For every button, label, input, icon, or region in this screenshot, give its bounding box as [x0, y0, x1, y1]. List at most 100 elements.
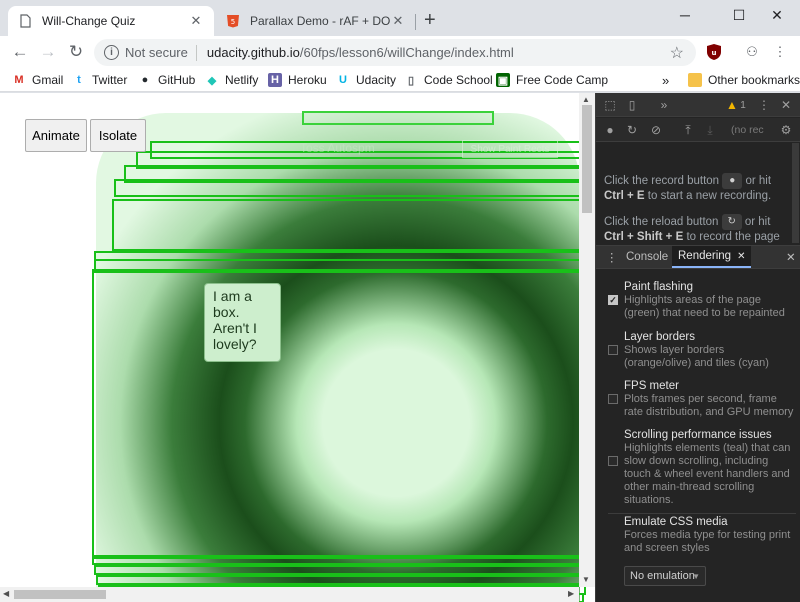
back-button[interactable]: ← — [8, 40, 32, 64]
recording-select[interactable]: (no rec — [731, 124, 764, 136]
vertical-scrollbar[interactable]: ▲ ▼ — [579, 93, 595, 587]
close-tab-icon[interactable]: ✕ — [188, 13, 204, 29]
scrolling-performance-checkbox[interactable] — [608, 456, 618, 466]
paint-flash-rect — [92, 269, 592, 559]
paint-flash-rect — [302, 111, 494, 125]
close-tab-icon[interactable]: ✕ — [390, 13, 406, 29]
reload-instructions: Click the reload button ↻ or hit Ctrl + … — [604, 214, 794, 245]
upload-icon[interactable]: ⤒ — [680, 122, 696, 138]
devtools-menu-icon[interactable]: ⋮ — [756, 97, 772, 113]
option-description: Plots frames per second, frame rate dist… — [624, 393, 794, 418]
download-icon[interactable]: ⤓ — [702, 122, 718, 138]
scroll-up-arrow-icon[interactable]: ▲ — [582, 95, 590, 104]
instruction-text: or hit — [744, 216, 771, 229]
new-tab-button[interactable]: + — [424, 10, 436, 30]
instruction-text: Click the record button — [604, 175, 720, 188]
close-devtools-icon[interactable]: ✕ — [778, 97, 794, 113]
minimize-button[interactable]: ─ — [662, 0, 708, 30]
scroll-down-arrow-icon[interactable]: ▼ — [582, 575, 590, 584]
tab-console[interactable]: Console — [620, 246, 674, 268]
option-description: Highlights areas of the page (green) tha… — [624, 294, 785, 319]
record-icon[interactable]: ● — [722, 173, 743, 189]
layer-borders-checkbox[interactable] — [608, 345, 618, 355]
paint-flash-rect — [114, 179, 582, 197]
bookmark-github[interactable]: ● GitHub — [138, 71, 196, 89]
bookmark-label: Heroku — [288, 73, 327, 87]
tab-will-change-quiz[interactable]: Will-Change Quiz ✕ — [8, 6, 214, 36]
close-drawer-icon[interactable]: ✕ — [780, 246, 800, 268]
address-bar[interactable]: i Not secure udacity.github.io/60fps/les… — [94, 39, 696, 66]
tab-divider — [415, 14, 416, 30]
close-window-button[interactable]: ✕ — [754, 0, 800, 30]
paint-flash-rect — [112, 199, 582, 251]
bookmark-label: Udacity — [356, 73, 397, 87]
isolate-button[interactable]: Isolate — [90, 119, 146, 152]
scrollbar-thumb[interactable] — [582, 105, 592, 213]
option-scrolling-performance: Scrolling performance issues Highlights … — [608, 429, 794, 507]
bookmark-code-school[interactable]: ▯ Code School — [404, 71, 493, 89]
faded-toggle-button[interactable]: Show Paint Rects — [462, 140, 558, 158]
record-icon[interactable]: ● — [602, 122, 618, 138]
horizontal-scrollbar[interactable]: ◀ ▶ — [0, 587, 579, 602]
bookmark-udacity[interactable]: U Udacity — [336, 71, 396, 89]
option-title: Emulate CSS media — [624, 516, 728, 528]
tab-label: Rendering — [678, 250, 732, 262]
url-host: udacity.github.io — [206, 45, 300, 60]
warning-count: 1 — [740, 99, 746, 111]
bookmark-label: Gmail — [32, 73, 64, 87]
bookmarks-overflow-chevron[interactable]: » — [662, 71, 669, 89]
freecodecamp-icon: ▣ — [496, 73, 510, 87]
bookmark-other-bookmarks[interactable]: Other bookmarks — [688, 71, 800, 89]
shortcut-text: Ctrl + Shift + E — [604, 231, 684, 244]
paint-flash-rect — [94, 565, 590, 575]
device-toolbar-icon[interactable]: ▯ — [624, 97, 640, 113]
settings-gear-icon[interactable]: ⚙ — [778, 122, 794, 138]
tab-parallax-demo[interactable]: 5 Parallax Demo - rAF + DOM + Wi ✕ — [216, 6, 416, 36]
close-tab-icon[interactable]: ✕ — [737, 251, 745, 262]
fps-meter-checkbox[interactable] — [608, 394, 618, 404]
menu-icon[interactable]: ⋮ — [772, 44, 788, 60]
instruction-text: or hit — [745, 175, 772, 188]
animate-button[interactable]: Animate — [25, 119, 87, 152]
bookmark-label: Free Code Camp — [516, 73, 609, 87]
forward-button[interactable]: → — [36, 40, 60, 64]
tab-rendering[interactable]: Rendering ✕ — [672, 246, 752, 268]
ublock-icon[interactable]: u — [706, 44, 722, 60]
clear-icon[interactable]: ⊘ — [648, 122, 664, 138]
option-title: Layer borders — [624, 331, 695, 343]
option-title: FPS meter — [624, 380, 679, 392]
paint-flashing-checkbox[interactable]: ✓ — [608, 295, 618, 305]
bookmark-label: Other bookmarks — [708, 73, 800, 87]
bookmark-label: Twitter — [92, 73, 128, 87]
more-panels-icon[interactable]: » — [656, 97, 672, 113]
record-instructions: Click the record button ● or hit Ctrl + … — [604, 173, 794, 204]
svg-text:5: 5 — [231, 18, 235, 26]
option-title: Paint flashing — [624, 281, 694, 293]
scrollbar-thumb[interactable] — [14, 590, 106, 599]
select-value: No emulation — [630, 570, 695, 582]
bookmark-twitter[interactable]: t Twitter — [72, 71, 127, 89]
bookmark-heroku[interactable]: H Heroku — [268, 71, 327, 89]
scroll-right-arrow-icon[interactable]: ▶ — [568, 589, 574, 598]
extension-icon[interactable]: ⚇ — [744, 44, 760, 60]
emulate-media-select[interactable]: No emulation ▼ — [624, 566, 706, 586]
bookmark-star-icon[interactable]: ☆ — [670, 43, 684, 63]
security-label: Not secure — [125, 45, 188, 60]
page-icon: ▯ — [407, 74, 415, 87]
reload-button[interactable]: ↻ — [64, 40, 88, 64]
option-paint-flashing: ✓ Paint flashing Highlights areas of the… — [608, 281, 794, 320]
scroll-left-arrow-icon[interactable]: ◀ — [3, 589, 9, 598]
udacity-icon: U — [339, 74, 347, 86]
reload-icon[interactable]: ↻ — [721, 214, 742, 230]
heroku-icon: H — [268, 73, 282, 87]
reload-record-icon[interactable]: ↻ — [624, 122, 640, 138]
bookmark-free-code-camp[interactable]: ▣ Free Code Camp — [496, 71, 608, 89]
paint-flash-rect — [96, 575, 588, 585]
twitter-icon: t — [77, 74, 81, 86]
info-icon[interactable]: i — [104, 45, 119, 60]
bookmark-gmail[interactable]: M Gmail — [12, 71, 63, 89]
inspect-element-icon[interactable]: ⬚ — [602, 97, 618, 113]
bookmark-label: Code School — [424, 73, 493, 87]
folder-icon — [688, 73, 702, 87]
bookmark-netlify[interactable]: ◆ Netlify — [205, 71, 259, 89]
